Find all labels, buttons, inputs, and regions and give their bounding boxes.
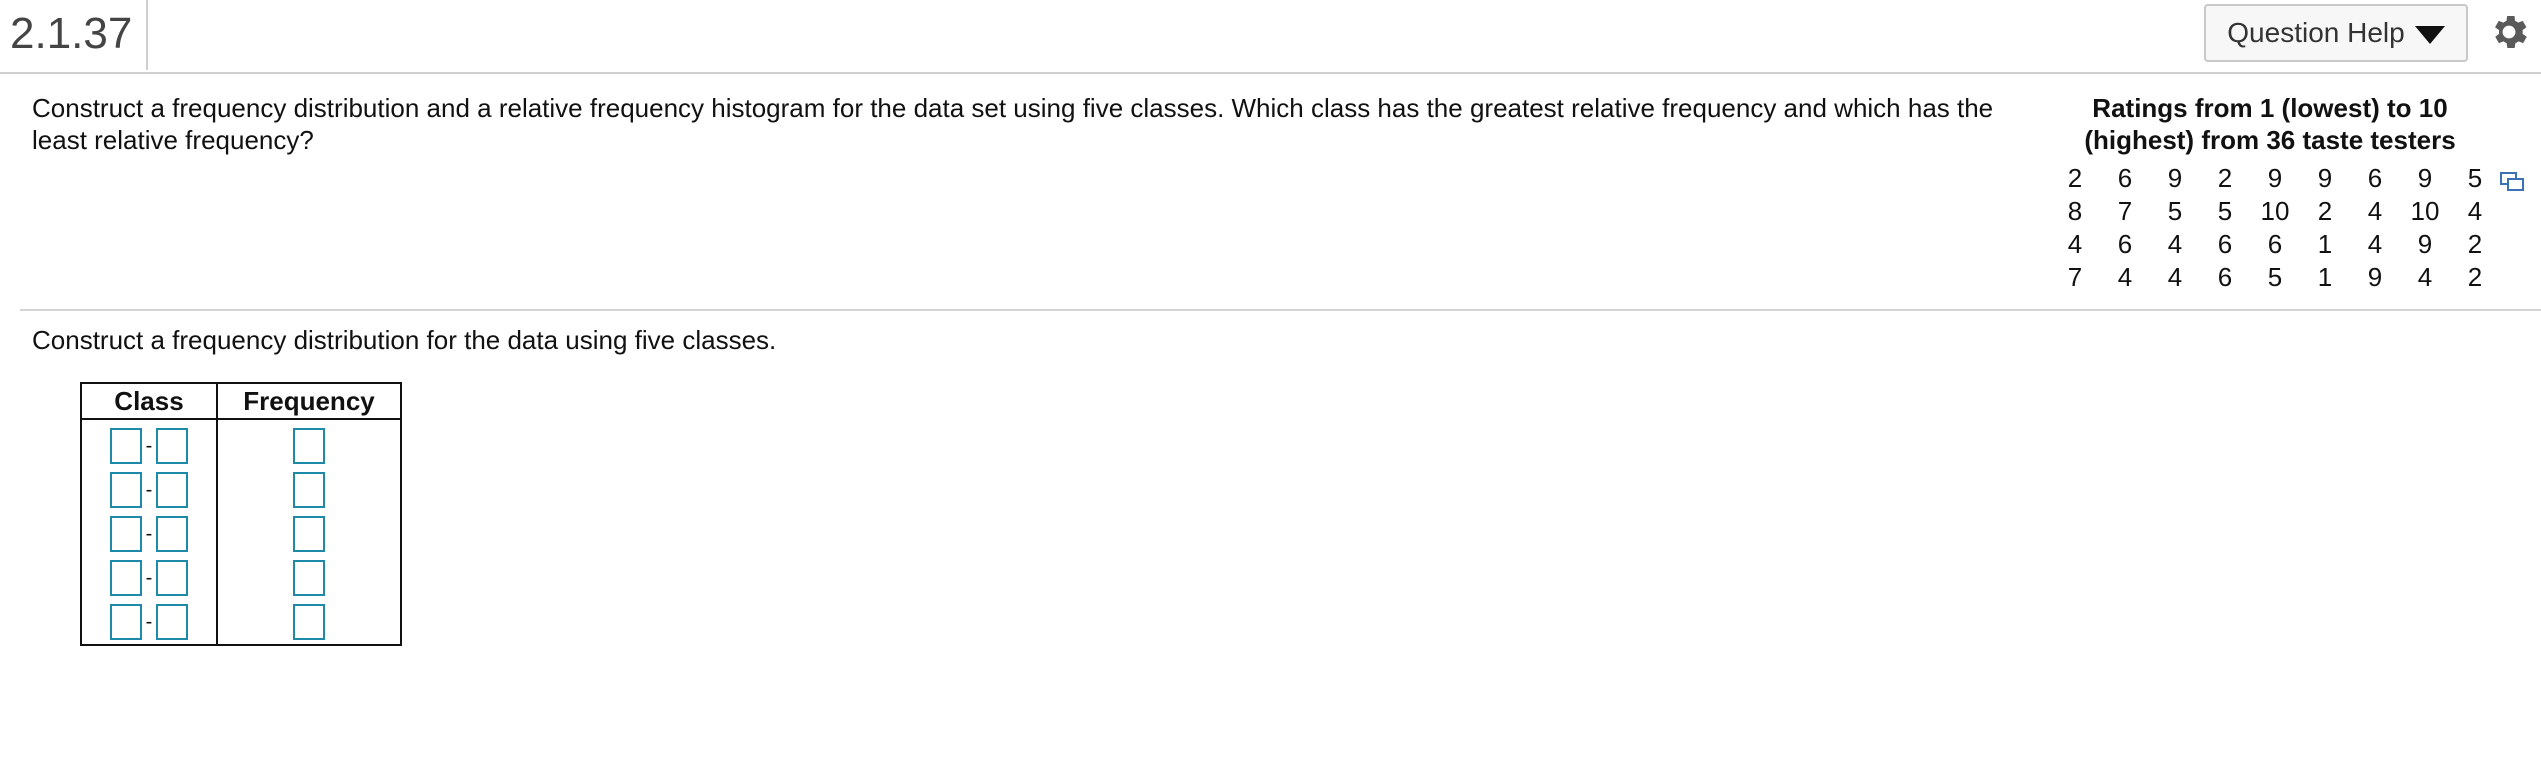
range-dash: -: [145, 611, 153, 633]
data-cell: 2: [2467, 229, 2483, 259]
data-cell: 9: [2417, 163, 2433, 193]
class-upper-input[interactable]: [156, 516, 188, 552]
data-cell: 10: [2260, 196, 2290, 226]
frequency-input[interactable]: [293, 516, 325, 552]
range-dash: -: [145, 567, 153, 589]
data-cell: 9: [2167, 163, 2183, 193]
data-cell: 7: [2117, 196, 2133, 226]
range-dash: -: [145, 479, 153, 501]
class-row: -: [110, 600, 188, 644]
data-row: 8 7 5 5 10 2 4 10 4: [2050, 195, 2500, 228]
data-cell: 2: [2467, 262, 2483, 292]
range-dash: -: [145, 523, 153, 545]
data-cell: 5: [2167, 196, 2183, 226]
data-cell: 4: [2367, 196, 2383, 226]
data-cell: 10: [2410, 196, 2440, 226]
data-title: Ratings from 1 (lowest) to 10 (highest) …: [2084, 93, 2456, 155]
data-cell: 9: [2267, 163, 2283, 193]
class-column: - - - - -: [80, 418, 218, 646]
data-cell: 8: [2067, 196, 2083, 226]
data-cell: 4: [2417, 262, 2433, 292]
data-cell: 1: [2317, 262, 2333, 292]
data-cell: 4: [2367, 229, 2383, 259]
frequency-input[interactable]: [293, 428, 325, 464]
class-row: -: [110, 556, 188, 600]
data-cell: 4: [2167, 262, 2183, 292]
class-row: -: [110, 468, 188, 512]
gear-icon[interactable]: [2487, 10, 2531, 54]
frequency-row: [293, 424, 325, 468]
class-row: -: [110, 424, 188, 468]
data-cell: 5: [2467, 163, 2483, 193]
class-header: Class: [80, 382, 218, 420]
data-row: 4 6 4 6 6 1 4 9 2: [2050, 228, 2500, 261]
frequency-header: Frequency: [216, 382, 402, 420]
question-prompt: Construct a frequency distribution and a…: [32, 93, 1994, 155]
class-lower-input[interactable]: [110, 516, 142, 552]
class-upper-input[interactable]: [156, 472, 188, 508]
range-dash: -: [145, 435, 153, 457]
section-divider: [20, 309, 2541, 311]
frequency-input[interactable]: [293, 560, 325, 596]
data-row: 7 4 4 6 5 1 9 4 2: [2050, 261, 2500, 294]
frequency-row: [293, 512, 325, 556]
data-cell: 2: [2317, 196, 2333, 226]
question-header: 2.1.37 Question Help: [0, 0, 2541, 74]
ratings-data-table: 2 6 9 2 9 9 6 9 5 8 7 5 5 10 2 4 10 4 4 …: [2050, 162, 2500, 294]
data-cell: 1: [2317, 229, 2333, 259]
data-cell: 2: [2217, 163, 2233, 193]
data-cell: 5: [2217, 196, 2233, 226]
data-cell: 6: [2267, 229, 2283, 259]
data-cell: 4: [2467, 196, 2483, 226]
data-cell: 7: [2067, 262, 2083, 292]
frequency-input[interactable]: [293, 604, 325, 640]
data-cell: 6: [2117, 163, 2133, 193]
data-row: 2 6 9 2 9 9 6 9 5: [2050, 162, 2500, 195]
class-upper-input[interactable]: [156, 428, 188, 464]
frequency-row: [293, 468, 325, 512]
class-upper-input[interactable]: [156, 560, 188, 596]
class-lower-input[interactable]: [110, 560, 142, 596]
frequency-input[interactable]: [293, 472, 325, 508]
data-cell: 6: [2217, 229, 2233, 259]
class-lower-input[interactable]: [110, 604, 142, 640]
data-cell: 6: [2367, 163, 2383, 193]
frequency-distribution-table: Class Frequency - - - - -: [80, 382, 402, 646]
copy-data-icon[interactable]: [2500, 172, 2524, 192]
header-divider: [146, 0, 148, 70]
question-help-button[interactable]: Question Help: [2204, 4, 2468, 62]
data-cell: 2: [2067, 163, 2083, 193]
frequency-row: [293, 556, 325, 600]
question-number: 2.1.37: [10, 9, 133, 58]
data-cell: 9: [2317, 163, 2333, 193]
data-cell: 4: [2167, 229, 2183, 259]
class-row: -: [110, 512, 188, 556]
class-lower-input[interactable]: [110, 428, 142, 464]
data-cell: 6: [2217, 262, 2233, 292]
data-cell: 9: [2417, 229, 2433, 259]
frequency-row: [293, 600, 325, 644]
class-upper-input[interactable]: [156, 604, 188, 640]
question-help-label: Question Help: [2227, 17, 2405, 48]
data-cell: 4: [2117, 262, 2133, 292]
frequency-column: [216, 418, 402, 646]
data-cell: 6: [2117, 229, 2133, 259]
class-lower-input[interactable]: [110, 472, 142, 508]
data-cell: 4: [2067, 229, 2083, 259]
data-cell: 9: [2367, 262, 2383, 292]
caret-down-icon: [2414, 26, 2445, 44]
data-cell: 5: [2267, 262, 2283, 292]
instruction-text: Construct a frequency distribution for t…: [32, 325, 777, 355]
